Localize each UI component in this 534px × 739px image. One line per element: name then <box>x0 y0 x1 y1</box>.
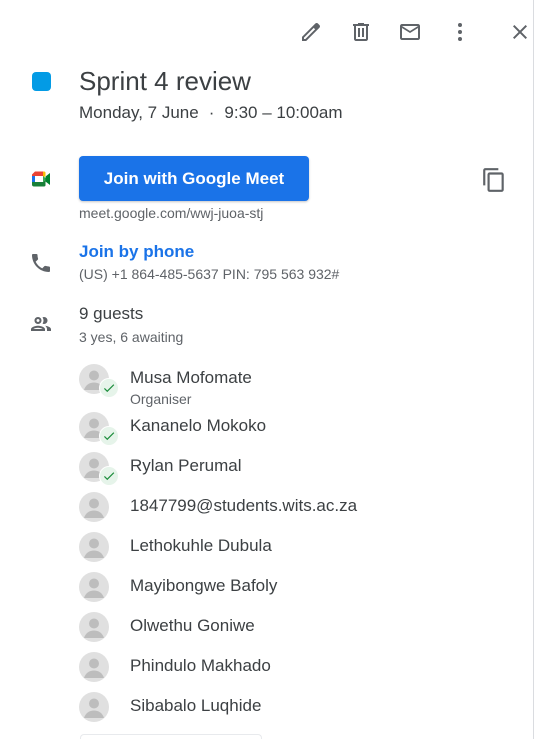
google-meet-icon <box>28 166 54 192</box>
event-details-panel: Sprint 4 review Monday, 7 June · 9:30 – 10… <box>0 0 534 739</box>
event-date-time: Monday, 7 June · 9:30 – 10:00am <box>79 102 343 124</box>
edit-button[interactable] <box>291 12 331 52</box>
join-by-phone-link[interactable]: Join by phone <box>79 241 194 263</box>
guest-name: Phindulo Makhado <box>130 656 271 675</box>
guest-name: Musa Mofomate <box>130 368 252 387</box>
date-separator: · <box>208 103 215 122</box>
edit-icon <box>302 23 321 41</box>
copy-icon <box>483 168 504 192</box>
guest-row[interactable]: Kananelo Mokoko <box>79 412 519 446</box>
guest-name: Rylan Perumal <box>130 456 242 475</box>
guest-row[interactable]: Olwethu Goniwe <box>79 612 519 644</box>
email-guests-button[interactable] <box>390 12 430 52</box>
accepted-badge <box>99 426 119 446</box>
avatar-silhouette-icon <box>84 498 104 518</box>
check-icon <box>103 384 115 393</box>
avatar <box>79 652 109 682</box>
close-button[interactable] <box>500 12 534 52</box>
more-options-icon <box>458 23 462 41</box>
guest-name: Olwethu Goniwe <box>130 616 255 635</box>
delete-button[interactable] <box>341 12 381 52</box>
avatar-silhouette-icon <box>84 618 104 638</box>
guest-row[interactable]: 1847799@students.wits.ac.za <box>79 492 519 524</box>
phone-dial-in-details: (US) +1 864-485-5637 PIN: 795 563 932# <box>79 266 340 282</box>
delete-icon <box>353 23 369 41</box>
guest-name: Sibabalo Luqhide <box>130 696 262 715</box>
calendar-color-square <box>32 72 51 91</box>
avatar-silhouette-icon <box>84 538 104 558</box>
guest-count: 9 guests <box>79 304 144 323</box>
avatar <box>79 572 109 602</box>
guest-name: 1847799@students.wits.ac.za <box>130 496 358 515</box>
guest-name: Mayibongwe Bafoly <box>130 576 278 595</box>
more-options-button[interactable] <box>440 12 480 52</box>
event-date: Monday, 7 June <box>79 103 199 122</box>
guest-row[interactable]: Rylan Perumal <box>79 452 519 486</box>
copy-meet-link-button[interactable] <box>474 160 514 200</box>
guest-row[interactable]: Lethokuhle Dubula <box>79 532 519 564</box>
avatar <box>79 612 109 642</box>
guest-name: Kananelo Mokoko <box>130 416 267 435</box>
bottom-card-edge <box>80 734 262 739</box>
event-title: Sprint 4 review <box>79 66 251 96</box>
guest-rsvp-summary: 3 yes, 6 awaiting <box>79 329 184 345</box>
avatar <box>79 692 109 722</box>
guest-row[interactable]: Phindulo Makhado <box>79 652 519 684</box>
join-google-meet-button[interactable]: Join with Google Meet <box>79 156 309 201</box>
people-icon <box>28 311 54 337</box>
avatar-silhouette-icon <box>84 658 104 678</box>
check-icon <box>103 432 115 441</box>
close-icon <box>513 25 527 39</box>
avatar-silhouette-icon <box>84 578 104 598</box>
guest-row[interactable]: Musa Mofomate Organiser <box>79 364 519 407</box>
accepted-badge <box>99 378 119 398</box>
avatar <box>79 532 109 562</box>
guest-row[interactable]: Mayibongwe Bafoly <box>79 572 519 604</box>
guest-row[interactable]: Sibabalo Luqhide <box>79 692 519 724</box>
phone-icon <box>28 250 54 276</box>
meet-url: meet.google.com/wwj-juoa-stj <box>79 205 264 221</box>
avatar-silhouette-icon <box>84 698 104 718</box>
guest-name: Lethokuhle Dubula <box>130 536 272 555</box>
email-icon <box>400 24 420 40</box>
avatar <box>79 492 109 522</box>
event-time: 9:30 – 10:00am <box>224 103 343 122</box>
check-icon <box>103 472 115 481</box>
guest-role: Organiser <box>130 391 192 407</box>
accepted-badge <box>99 466 119 486</box>
